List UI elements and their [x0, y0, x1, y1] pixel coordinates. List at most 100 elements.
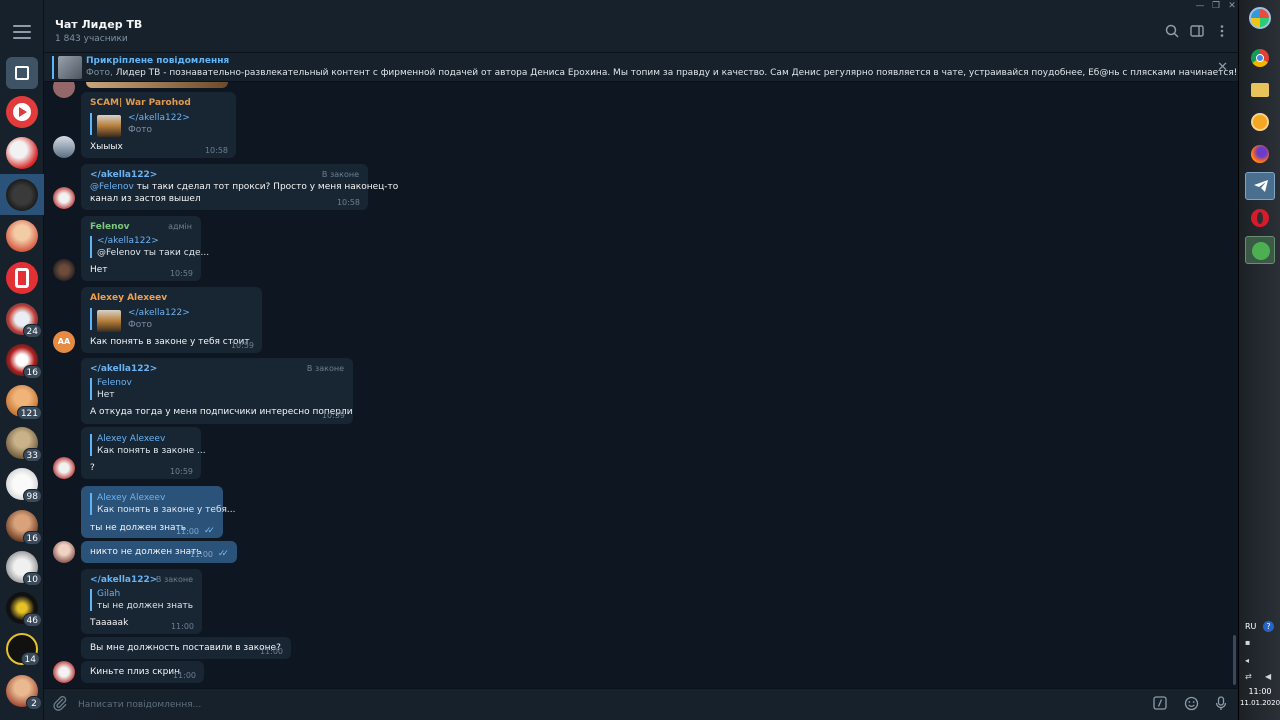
chat-title[interactable]: Чат Лидер ТВ [55, 18, 142, 31]
pinned-accent [52, 56, 54, 79]
avatar[interactable] [53, 136, 75, 158]
unread-badge: 121 [16, 406, 42, 420]
pinned-message-bar[interactable]: Прикріплене повідомлення Фото, Лидер ТВ … [44, 52, 1238, 82]
message-text: Киньте плиз скрин [90, 667, 181, 677]
volume-icon[interactable]: ◀ [1265, 672, 1271, 681]
chat-avatar-13[interactable]: 46 [6, 592, 42, 627]
chat-avatar-14[interactable]: 14 [6, 633, 40, 666]
clock-time[interactable]: 11:00 [1239, 687, 1280, 696]
message-bubble[interactable]: Alexey Alexeev Как понять в законе ... ?… [81, 427, 206, 479]
photo-message-partial[interactable] [86, 82, 228, 88]
media-player-icon[interactable] [1245, 108, 1275, 136]
avatar[interactable] [53, 82, 75, 98]
message-bubble[interactable]: </akella122> В законе @Felenov ты таки с… [81, 164, 398, 210]
chat-avatar-youtube[interactable] [6, 96, 38, 128]
unread-badge: 2 [26, 696, 42, 710]
chrome-icon[interactable] [1245, 44, 1275, 72]
chat-avatar-5[interactable] [6, 262, 38, 294]
reply-author: Alexey Alexeev [97, 434, 166, 444]
reply-quote[interactable]: Felenov Нет [90, 378, 132, 400]
utorrent-icon[interactable] [1245, 236, 1275, 264]
windows-taskbar: RU ? ▪ ◂ ⇄ ◀ 11:00 11.01.2020 [1238, 0, 1280, 720]
chat-folders-sidebar: 24 16 121 33 98 16 10 46 14 2 [0, 0, 44, 720]
avatar[interactable] [53, 187, 75, 209]
emoji-icon[interactable] [1183, 696, 1199, 712]
chat-avatar-2[interactable] [6, 137, 38, 169]
chat-avatar-12[interactable]: 10 [6, 551, 42, 586]
telegram-taskbar-icon[interactable] [1245, 172, 1275, 200]
reply-quote[interactable]: Alexey Alexeev Как понять в законе у теб… [90, 493, 236, 515]
message-sender[interactable]: </akella122> [90, 170, 157, 180]
message-bubble-outgoing[interactable]: Alexey Alexeev Как понять в законе у теб… [81, 486, 236, 538]
search-icon[interactable] [1164, 24, 1180, 40]
restore-icon[interactable]: ❐ [1208, 0, 1224, 12]
message-sender[interactable]: SCAM| War Parohod [90, 98, 191, 108]
avatar[interactable] [53, 259, 75, 281]
message-input[interactable] [78, 695, 1138, 715]
avatar[interactable] [53, 541, 75, 563]
message-text-line: канал из застоя вышел [90, 194, 201, 204]
clock-date[interactable]: 11.01.2020 [1239, 699, 1280, 707]
avatar-initials[interactable]: AA [53, 331, 75, 353]
message-sender[interactable]: </akella122> [90, 575, 157, 585]
file-explorer-icon[interactable] [1245, 76, 1275, 104]
input-language[interactable]: RU [1245, 622, 1256, 631]
avatar[interactable] [53, 457, 75, 479]
message-bubble[interactable]: Alexey Alexeev </akella122> Фото Как пон… [81, 287, 262, 353]
archive-icon[interactable] [6, 57, 38, 89]
sidebar-toggle-icon[interactable] [1189, 24, 1205, 40]
message-sender[interactable]: Alexey Alexeev [90, 293, 167, 303]
paperclip-icon[interactable] [52, 695, 68, 715]
bot-commands-icon[interactable] [1152, 696, 1168, 712]
pinned-label: Прикріплене повідомлення [86, 56, 230, 66]
mention-link[interactable]: @Felenov [90, 182, 134, 192]
avatar[interactable] [53, 661, 75, 683]
reply-quote[interactable]: Gilah ты не должен знать [90, 589, 193, 611]
tray-expand-icon[interactable]: ◂ [1245, 656, 1249, 665]
message-time: 10:58 [336, 198, 360, 207]
chat-avatar-10[interactable]: 98 [6, 468, 42, 503]
firefox-icon[interactable] [1245, 140, 1275, 168]
microphone-icon[interactable] [1213, 696, 1229, 712]
message-bubble[interactable]: Киньте плиз скрин 11:00 [81, 661, 204, 683]
message-sender[interactable]: </akella122> [90, 364, 157, 374]
more-options-icon[interactable] [1214, 24, 1230, 40]
unread-badge: 16 [22, 531, 42, 545]
opera-icon[interactable] [1245, 204, 1275, 232]
minimize-icon[interactable]: — [1192, 0, 1208, 12]
chat-avatar-11[interactable]: 16 [6, 510, 42, 545]
reply-quote[interactable]: </akella122> @Felenov ты таки сде... [90, 236, 209, 258]
unread-badge: 14 [20, 652, 40, 666]
chat-avatar-7[interactable]: 16 [6, 344, 42, 379]
message-list[interactable]: SCAM| War Parohod </akella122> Фото Хыыы… [44, 82, 1238, 688]
message-text: Нет [90, 265, 108, 275]
unread-badge: 10 [22, 572, 42, 586]
reply-quote[interactable]: Alexey Alexeev Как понять в законе ... [90, 434, 206, 456]
reply-author: Alexey Alexeev [97, 493, 166, 503]
network-icon[interactable]: ▪ [1245, 638, 1250, 647]
message-bubble[interactable]: </akella122> В законе Gilah ты не должен… [81, 569, 202, 634]
chat-avatar-6[interactable]: 24 [6, 303, 42, 338]
chat-avatar-4[interactable] [6, 220, 38, 252]
chat-avatar-9[interactable]: 33 [6, 427, 42, 462]
reply-quote[interactable]: </akella122> Фото [90, 308, 190, 332]
chat-avatar-8[interactable]: 121 [6, 385, 42, 420]
chat-avatar-15[interactable]: 2 [6, 675, 42, 710]
tray-sync-icon[interactable]: ⇄ [1245, 672, 1252, 681]
message-bubble-outgoing[interactable]: никто не должен знать 11:00 ✓✓ [81, 541, 237, 563]
hamburger-menu-icon[interactable] [10, 22, 34, 42]
message-bubble[interactable]: Felenov адмін </akella122> @Felenov ты т… [81, 216, 209, 281]
scrollbar[interactable] [1233, 635, 1236, 685]
start-button-icon[interactable] [1245, 4, 1275, 32]
help-icon[interactable]: ? [1263, 621, 1274, 632]
reply-thumbnail [97, 115, 121, 137]
close-icon[interactable]: ✕ [1217, 60, 1228, 75]
chat-avatar-lider-tv[interactable] [6, 179, 38, 211]
reply-quote[interactable]: </akella122> Фото [90, 113, 190, 137]
member-title: В законе [306, 364, 344, 373]
message-bubble[interactable]: </akella122> В законе Felenov Нет А отку… [81, 358, 353, 424]
reply-text: Как понять в законе ... [97, 446, 206, 456]
message-bubble[interactable]: SCAM| War Parohod </akella122> Фото Хыыы… [81, 92, 236, 158]
message-bubble[interactable]: Вы мне должность поставили в законе? 11:… [81, 637, 291, 659]
message-sender[interactable]: Felenov [90, 222, 130, 232]
